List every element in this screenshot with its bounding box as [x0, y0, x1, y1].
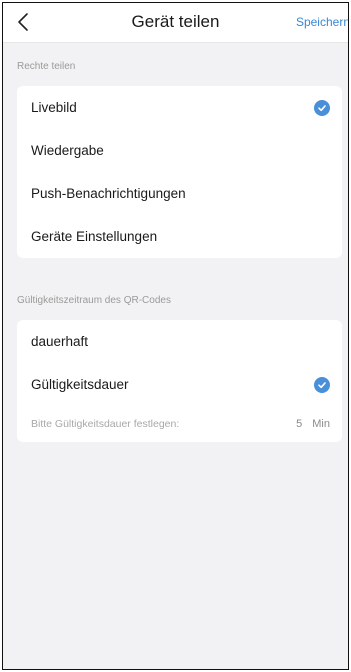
right-item-wiedergabe[interactable]: Wiedergabe — [17, 129, 342, 172]
duration-unit: Min — [312, 418, 330, 430]
right-item-label: Wiedergabe — [31, 143, 104, 158]
checkmark-icon — [314, 99, 330, 116]
validity-option-permanent[interactable]: dauerhaft — [17, 320, 342, 363]
right-item-settings[interactable]: Geräte Einstellungen — [17, 215, 342, 258]
right-item-push[interactable]: Push-Benachrichtigungen — [17, 172, 342, 215]
chevron-left-icon — [17, 12, 29, 32]
back-button[interactable] — [11, 9, 35, 35]
validity-section-label: Gültigkeitszeitraum des QR-Codes — [17, 295, 171, 306]
checkmark-icon — [314, 376, 330, 393]
validity-option-label: Gültigkeitsdauer — [31, 377, 129, 392]
rights-section-label: Rechte teilen — [17, 61, 76, 72]
right-item-livebild[interactable]: Livebild — [17, 86, 342, 129]
validity-card: dauerhaft Gültigkeitsdauer Bitte Gültigk… — [17, 320, 342, 442]
right-item-label: Geräte Einstellungen — [31, 229, 158, 244]
rights-card: Livebild Wiedergabe Push-Benachrichtigun… — [17, 86, 342, 258]
save-button[interactable]: Speichern — [296, 15, 348, 29]
duration-input[interactable]: 5 — [282, 418, 302, 430]
validity-option-duration[interactable]: Gültigkeitsdauer — [17, 363, 342, 406]
app-screen: Gerät teilen Speichern Rechte teilen Liv… — [2, 2, 349, 670]
right-item-label: Push-Benachrichtigungen — [31, 186, 186, 201]
navigation-bar: Gerät teilen Speichern — [3, 3, 348, 43]
right-item-label: Livebild — [31, 100, 77, 115]
duration-setting: Bitte Gültigkeitsdauer festlegen: 5 Min — [17, 406, 342, 442]
duration-label: Bitte Gültigkeitsdauer festlegen: — [31, 418, 180, 430]
validity-option-label: dauerhaft — [31, 334, 89, 349]
